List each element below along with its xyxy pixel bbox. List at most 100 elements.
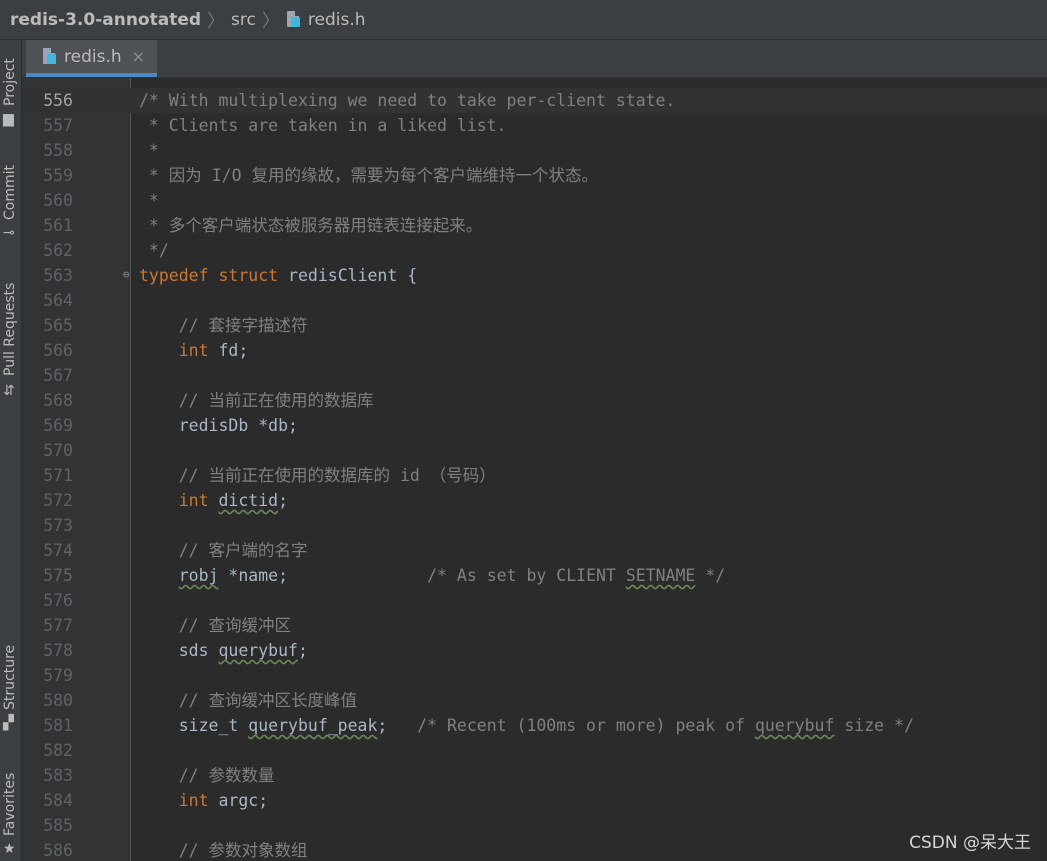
code-line[interactable]: 580 // 查询缓冲区长度峰值 <box>22 688 1047 713</box>
line-code: // 查询缓冲区长度峰值 <box>139 688 357 713</box>
code-line[interactable]: 584 int argc; <box>22 788 1047 813</box>
code-line[interactable]: 558 * <box>22 138 1047 163</box>
code-line[interactable]: 567 <box>22 363 1047 388</box>
line-number: 567 <box>43 366 73 385</box>
line-number: 583 <box>43 766 73 785</box>
code-line[interactable]: 572 int dictid; <box>22 488 1047 513</box>
line-number: 570 <box>43 441 73 460</box>
code-line[interactable]: 578 sds querybuf; <box>22 638 1047 663</box>
code-editor[interactable]: 556 /* With multiplexing we need to take … <box>22 78 1047 861</box>
project-tool-tab[interactable]: Project ▆ <box>0 46 21 130</box>
line-number: 574 <box>43 541 73 560</box>
line-number: 569 <box>43 416 73 435</box>
line-number: 566 <box>43 341 73 360</box>
editor-tab-bar: redis.h × <box>22 40 1047 78</box>
code-line[interactable]: 579 <box>22 663 1047 688</box>
breadcrumb-folder[interactable]: src <box>231 10 256 30</box>
line-number: 563 <box>43 266 73 285</box>
code-line[interactable]: 573 <box>22 513 1047 538</box>
code-line[interactable]: 585 <box>22 813 1047 838</box>
pull-requests-tab-label: Pull Requests <box>2 282 18 376</box>
fold-icon[interactable]: ⊖ <box>123 269 133 281</box>
line-code: int argc; <box>139 788 268 813</box>
code-token: querybuf_peak <box>248 716 378 735</box>
code-token: typedef <box>139 266 219 285</box>
code-line[interactable]: 568 // 当前正在使用的数据库 <box>22 388 1047 413</box>
code-token: * 多个客户端状态被服务器用链表连接起来。 <box>139 216 483 235</box>
code-line[interactable]: 556 /* With multiplexing we need to take … <box>22 88 1047 113</box>
commit-tool-tab[interactable]: Commit ⊸ <box>0 156 21 242</box>
code-token: * 因为 I/O 复用的缘故，需要为每个客户端维持一个状态。 <box>139 166 598 185</box>
line-number: 564 <box>43 291 73 310</box>
line-code: robj *name; /* As set by CLIENT SETNAME … <box>139 563 725 588</box>
favorites-tool-tab[interactable]: Favorites ★ <box>0 764 21 860</box>
close-icon[interactable]: × <box>132 47 145 66</box>
code-token: ; <box>278 491 289 510</box>
line-code: size_t querybuf_peak; /* Recent (100ms o… <box>139 713 914 738</box>
commit-icon: ⊸ <box>3 225 15 241</box>
header-file-icon <box>42 47 58 66</box>
code-line[interactable]: 571 // 当前正在使用的数据库的 id （号码） <box>22 463 1047 488</box>
ide-window: redis-3.0-annotated 〉 src 〉 redis.h Proj… <box>0 0 1047 861</box>
line-code: sds querybuf; <box>139 638 308 663</box>
code-line[interactable]: 583 // 参数数量 <box>22 763 1047 788</box>
code-line[interactable]: 566 int fd; <box>22 338 1047 363</box>
code-line[interactable]: 559 * 因为 I/O 复用的缘故，需要为每个客户端维持一个状态。 <box>22 163 1047 188</box>
line-number: 585 <box>43 816 73 835</box>
code-line[interactable]: 561 * 多个客户端状态被服务器用链表连接起来。 <box>22 213 1047 238</box>
code-line[interactable]: 575 robj *name; /* As set by CLIENT SETN… <box>22 563 1047 588</box>
code-line[interactable]: 574 // 客户端的名字 <box>22 538 1047 563</box>
code-token: * Clients are taken in a liked list. <box>139 116 507 135</box>
code-token: ; <box>377 716 418 735</box>
line-code: // 参数对象数组 <box>139 838 308 861</box>
code-token: dictid <box>218 491 279 510</box>
code-token: struct <box>218 266 289 285</box>
commit-tab-label: Commit <box>2 165 18 220</box>
tab-label: redis.h <box>64 46 122 67</box>
line-number: 559 <box>43 166 73 185</box>
code-line[interactable]: 562 */ <box>22 238 1047 263</box>
code-token: sds <box>139 641 219 660</box>
code-line[interactable]: 570 <box>22 438 1047 463</box>
code-line[interactable]: 564 <box>22 288 1047 313</box>
line-code: int fd; <box>139 338 249 363</box>
line-code: // 参数数量 <box>139 763 275 788</box>
line-number: 562 <box>43 241 73 260</box>
code-line[interactable]: 582 <box>22 738 1047 763</box>
folder-icon: ▆ <box>3 111 14 127</box>
line-number: 575 <box>43 566 73 585</box>
code-line[interactable]: 560 * <box>22 188 1047 213</box>
code-token: // 客户端的名字 <box>139 541 308 560</box>
code-token: // 查询缓冲区 <box>139 616 292 635</box>
breadcrumb-file-label: redis.h <box>307 9 366 30</box>
header-file-icon <box>286 10 302 29</box>
breadcrumb-chevron-icon: 〉 <box>261 10 280 32</box>
structure-tool-tab[interactable]: Structure ▞ <box>0 640 21 736</box>
code-line[interactable]: 577 // 查询缓冲区 <box>22 613 1047 638</box>
code-token: // 当前正在使用的数据库 <box>139 391 374 410</box>
code-line[interactable]: 557 * Clients are taken in a liked list. <box>22 113 1047 138</box>
pull-requests-tool-tab[interactable]: Pull Requests ⇵ <box>0 276 21 406</box>
code-token: querybuf <box>218 641 298 660</box>
code-line[interactable]: 586 // 参数对象数组 <box>22 838 1047 861</box>
breadcrumb-file[interactable]: redis.h <box>286 10 366 30</box>
line-code: redisDb *db; <box>139 413 298 438</box>
tab-redis-h[interactable]: redis.h × <box>26 40 158 77</box>
code-line[interactable]: 565 // 套接字描述符 <box>22 313 1047 338</box>
star-icon: ★ <box>3 841 16 857</box>
code-token: int <box>139 491 219 510</box>
line-code: /* With multiplexing we need to take per… <box>139 88 675 113</box>
code-line[interactable]: 563 ⊖ typedef struct redisClient { <box>22 263 1047 288</box>
breadcrumb-chevron-icon: 〉 <box>207 10 226 32</box>
code-line[interactable]: 581 size_t querybuf_peak; /* Recent (100… <box>22 713 1047 738</box>
favorites-tab-label: Favorites <box>2 772 18 836</box>
code-token: ; <box>297 641 308 660</box>
code-token: // 套接字描述符 <box>139 316 308 335</box>
code-line[interactable]: 576 <box>22 588 1047 613</box>
code-line[interactable]: 569 redisDb *db; <box>22 413 1047 438</box>
breadcrumb-project[interactable]: redis-3.0-annotated <box>10 10 201 30</box>
line-number: 556 <box>43 91 73 110</box>
line-code: int dictid; <box>139 488 288 513</box>
line-code: // 查询缓冲区 <box>139 613 291 638</box>
code-token: robj <box>178 566 219 585</box>
